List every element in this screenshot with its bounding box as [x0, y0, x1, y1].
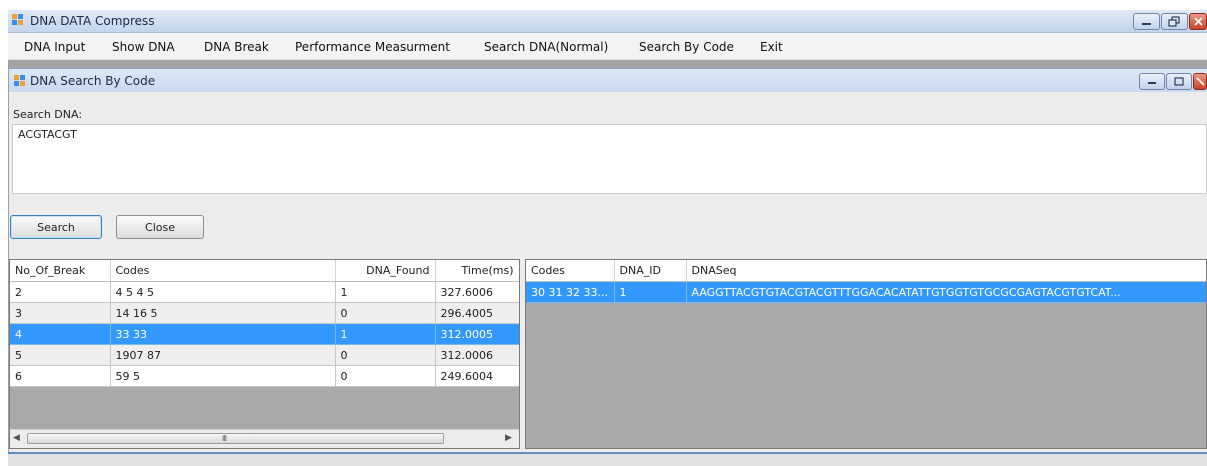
child-window-titlebar[interactable]: DNA Search By Code	[8, 68, 1207, 93]
child-close-button[interactable]	[1193, 73, 1207, 90]
cell-dna-found[interactable]: 1	[335, 323, 436, 345]
results-horizontal-scrollbar[interactable]: ◀ III ▶	[10, 429, 519, 448]
restore-icon	[1174, 77, 1184, 86]
search-dna-input[interactable]: ACGTACGT	[12, 124, 1207, 194]
scrollbar-grip: III	[222, 434, 227, 443]
detail-grid[interactable]: Codes DNA_ID DNASeq 30 31 32 33... 1 AAG…	[525, 259, 1207, 449]
menu-show-dna[interactable]: Show DNA	[112, 40, 175, 54]
column-header-dna-found[interactable]: DNA_Found	[335, 260, 436, 282]
cell-codes[interactable]: 59 5	[110, 365, 336, 387]
scrollbar-thumb[interactable]: III	[27, 433, 444, 444]
cell-dna-found[interactable]: 0	[335, 344, 436, 366]
restore-icon	[1168, 16, 1180, 27]
column-header-codes[interactable]: Codes	[526, 260, 615, 282]
cell-time[interactable]: 296.4005	[435, 302, 519, 324]
close-window-button[interactable]	[1189, 13, 1207, 30]
scroll-left-arrow-icon[interactable]: ◀	[13, 433, 20, 443]
results-grid[interactable]: No_Of_Break Codes DNA_Found Time(ms) 2 4…	[9, 259, 520, 449]
table-row[interactable]: 2 4 5 4 5 1 327.6006	[10, 281, 519, 303]
table-row[interactable]: 6 59 5 0 249.6004	[10, 365, 519, 387]
minimize-button[interactable]	[1133, 13, 1160, 30]
column-header-codes[interactable]: Codes	[110, 260, 336, 282]
cell-codes[interactable]: 33 33	[110, 323, 336, 345]
menu-exit[interactable]: Exit	[760, 40, 783, 54]
cell-dna-id[interactable]: 1	[614, 281, 687, 303]
main-window-title: DNA DATA Compress	[30, 14, 155, 28]
main-window-titlebar[interactable]: DNA DATA Compress	[8, 10, 1207, 33]
menu-search-by-code[interactable]: Search By Code	[639, 40, 734, 54]
cell-time[interactable]: 312.0005	[435, 323, 519, 345]
app-window-icon	[14, 75, 25, 86]
menu-bar: DNA Input Show DNA DNA Break Performance…	[8, 33, 1207, 60]
minimize-icon	[1142, 23, 1151, 25]
table-row[interactable]: 5 1907 87 0 312.0006	[10, 344, 519, 366]
table-row[interactable]: 3 14 16 5 0 296.4005	[10, 302, 519, 324]
cell-codes[interactable]: 14 16 5	[110, 302, 336, 324]
cell-codes[interactable]: 30 31 32 33...	[526, 281, 615, 303]
child-window-title: DNA Search By Code	[30, 74, 156, 88]
detail-table: Codes DNA_ID DNASeq 30 31 32 33... 1 AAG…	[526, 260, 1206, 303]
cell-codes[interactable]: 1907 87	[110, 344, 336, 366]
cell-no-of-break[interactable]: 2	[10, 281, 111, 303]
close-icon	[1194, 17, 1203, 26]
restore-button[interactable]	[1161, 13, 1188, 30]
results-header-row: No_Of_Break Codes DNA_Found Time(ms)	[10, 260, 519, 282]
cell-codes[interactable]: 4 5 4 5	[110, 281, 336, 303]
cell-time[interactable]: 312.0006	[435, 344, 519, 366]
cell-no-of-break[interactable]: 5	[10, 344, 111, 366]
column-header-dnaseq[interactable]: DNASeq	[686, 260, 1206, 282]
cell-time[interactable]: 249.6004	[435, 365, 519, 387]
cell-no-of-break[interactable]: 3	[10, 302, 111, 324]
menu-dna-break[interactable]: DNA Break	[204, 40, 269, 54]
cell-dna-found[interactable]: 1	[335, 281, 436, 303]
scroll-right-arrow-icon[interactable]: ▶	[505, 433, 512, 443]
child-restore-button[interactable]	[1166, 73, 1192, 90]
cell-time[interactable]: 327.6006	[435, 281, 519, 303]
cell-no-of-break[interactable]: 4	[10, 323, 111, 345]
results-table: No_Of_Break Codes DNA_Found Time(ms) 2 4…	[10, 260, 519, 387]
cell-dnaseq[interactable]: AAGGTTACGTGTACGTACGTTTGGACACATATTGTGGTGT…	[686, 281, 1206, 303]
minimize-icon	[1148, 82, 1156, 84]
column-header-dna-id[interactable]: DNA_ID	[614, 260, 687, 282]
cell-no-of-break[interactable]: 6	[10, 365, 111, 387]
child-minimize-button[interactable]	[1139, 73, 1165, 90]
cell-dna-found[interactable]: 0	[335, 365, 436, 387]
close-button[interactable]: Close	[116, 215, 204, 239]
menu-performance-measurment[interactable]: Performance Measurment	[295, 40, 450, 54]
close-icon	[1196, 77, 1205, 86]
mdi-client-area	[8, 60, 1207, 68]
search-dna-label: Search DNA:	[13, 108, 83, 121]
menu-dna-input[interactable]: DNA Input	[24, 40, 85, 54]
table-row-selected[interactable]: 4 33 33 1 312.0005	[10, 323, 519, 345]
app-window-icon	[12, 14, 23, 25]
cell-dna-found[interactable]: 0	[335, 302, 436, 324]
search-button[interactable]: Search	[10, 215, 102, 239]
column-header-no-of-break[interactable]: No_Of_Break	[10, 260, 111, 282]
menu-search-dna-normal[interactable]: Search DNA(Normal)	[484, 40, 608, 54]
column-header-time[interactable]: Time(ms)	[435, 260, 519, 282]
detail-header-row: Codes DNA_ID DNASeq	[526, 260, 1206, 282]
table-row-selected[interactable]: 30 31 32 33... 1 AAGGTTACGTGTACGTACGTTTG…	[526, 281, 1206, 303]
